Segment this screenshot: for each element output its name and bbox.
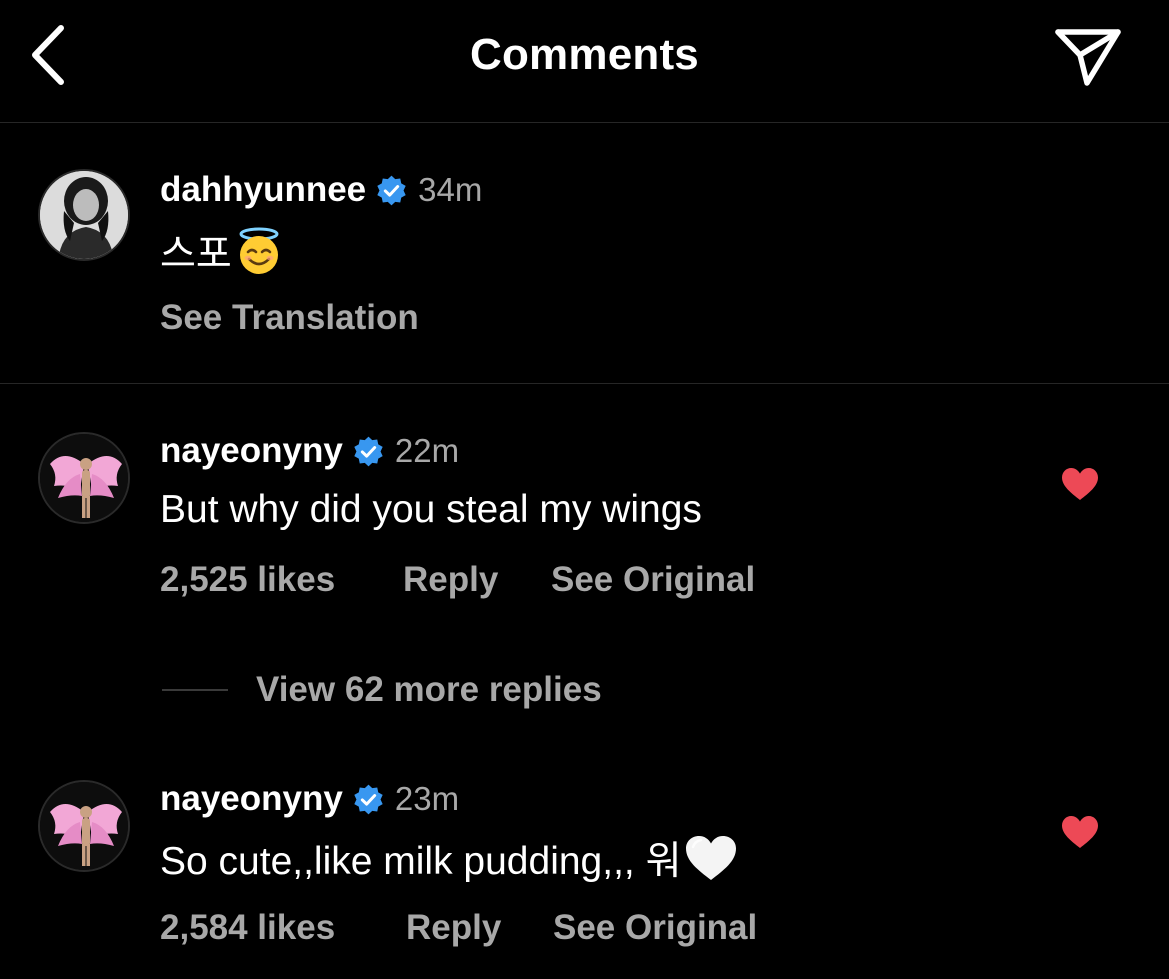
see-original-link[interactable]: See Original bbox=[553, 908, 757, 948]
view-more-replies-button[interactable]: View 62 more replies bbox=[162, 668, 602, 712]
verified-badge-icon bbox=[352, 783, 385, 816]
heart-filled-icon bbox=[1062, 468, 1098, 500]
comment-meta: nayeonyny 22m bbox=[160, 428, 459, 474]
like-button[interactable] bbox=[1059, 464, 1101, 504]
profile-photo bbox=[40, 171, 128, 259]
username[interactable]: nayeonyny bbox=[160, 779, 343, 819]
reply-button[interactable]: Reply bbox=[406, 908, 501, 948]
avatar[interactable] bbox=[38, 169, 130, 261]
reply-button[interactable]: Reply bbox=[403, 560, 498, 600]
paper-plane-icon bbox=[1055, 29, 1121, 86]
verified-badge-icon bbox=[375, 174, 408, 207]
verified-badge-icon bbox=[352, 435, 385, 468]
see-translation-link[interactable]: See Translation bbox=[160, 298, 419, 338]
smiling-face-with-halo-icon bbox=[239, 227, 279, 274]
avatar[interactable] bbox=[38, 432, 130, 524]
profile-photo bbox=[40, 434, 128, 522]
see-original-link[interactable]: See Original bbox=[551, 560, 755, 600]
avatar[interactable] bbox=[38, 780, 130, 872]
page-title: Comments bbox=[470, 30, 699, 79]
caption-meta: dahhyunnee 34m bbox=[160, 167, 482, 213]
view-replies-label: View 62 more replies bbox=[256, 670, 602, 709]
caption-text: 스포 bbox=[160, 223, 284, 279]
share-button[interactable] bbox=[1051, 22, 1125, 92]
comment-text-content: So cute,,like milk pudding,,, 워 bbox=[160, 840, 682, 883]
caption-text-content: 스포 bbox=[160, 233, 232, 276]
comment-text: So cute,,like milk pudding,,, 워 bbox=[160, 830, 739, 886]
timestamp: 22m bbox=[394, 432, 460, 469]
comment-meta: nayeonyny 23m bbox=[160, 776, 459, 822]
likes-count[interactable]: 2,584 likes bbox=[160, 908, 335, 948]
profile-photo bbox=[40, 782, 128, 870]
likes-count[interactable]: 2,525 likes bbox=[160, 560, 335, 600]
header-bar: Comments bbox=[0, 0, 1169, 123]
timestamp: 34m bbox=[418, 171, 483, 208]
replies-divider-line bbox=[162, 689, 228, 691]
heart-filled-icon bbox=[1062, 816, 1098, 848]
like-button[interactable] bbox=[1059, 812, 1101, 852]
username[interactable]: nayeonyny bbox=[160, 431, 343, 471]
caption-section: dahhyunnee 34m 스포 See Translation bbox=[0, 123, 1169, 384]
comment-text: But why did you steal my wings bbox=[160, 488, 702, 531]
username[interactable]: dahhyunnee bbox=[160, 170, 366, 210]
comments-screen: Comments dahhyunnee 34m 스포 See Translati… bbox=[0, 0, 1169, 979]
timestamp: 23m bbox=[394, 780, 460, 817]
white-heart-icon bbox=[686, 836, 737, 880]
